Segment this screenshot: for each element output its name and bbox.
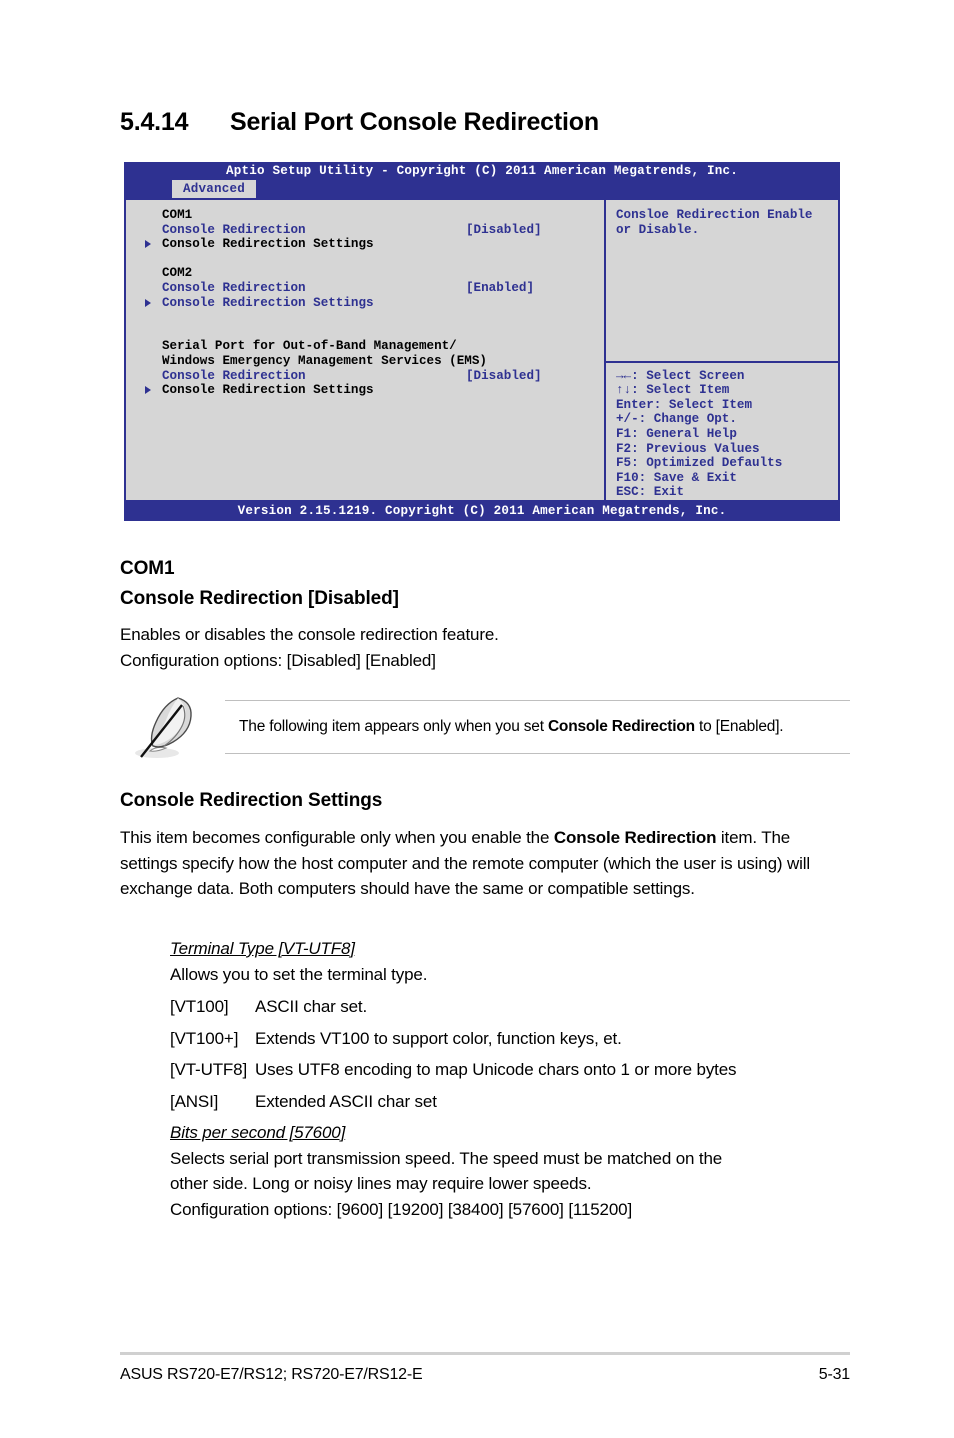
page-title: 5.4.14 Serial Port Console Redirection	[120, 108, 860, 137]
terminal-type-option-key: [ANSI]	[170, 1091, 219, 1111]
bios-setting-row[interactable]: COM1	[126, 208, 604, 223]
bios-setting-value[interactable]: [Disabled]	[466, 369, 542, 384]
bios-titlebar: Aptio Setup Utility - Copyright (C) 2011…	[124, 162, 840, 180]
terminal-type-option-key: [VT100]	[170, 997, 229, 1016]
bios-setting-label: Console Redirection	[162, 368, 306, 383]
section-number: 5.4.14	[120, 108, 189, 136]
bios-footer-version: Version 2.15.1219. Copyright (C) 2011 Am…	[124, 502, 840, 521]
bios-help-text: Consloe Redirection Enable or Disable.	[606, 200, 838, 361]
terminal-type-option-desc: Extended ASCII char set	[255, 1091, 437, 1111]
bios-setting-row[interactable]: Console Redirection [Disabled]	[126, 369, 604, 384]
submenu-arrow-icon	[145, 298, 151, 307]
bios-key-legend-line: ESC: Exit	[616, 485, 685, 500]
bios-help-line: Consloe Redirection Enable	[616, 208, 813, 222]
com1-desc-line2: Configuration options: [Disabled] [Enabl…	[120, 650, 436, 670]
bios-setting-label: Console Redirection	[162, 222, 306, 237]
bios-setting-value[interactable]: [Disabled]	[466, 223, 542, 238]
com1-description: Enables or disables the console redirect…	[120, 622, 850, 673]
bios-tab-row: Advanced	[124, 180, 840, 198]
submenu-arrow-icon	[145, 386, 151, 395]
bios-key-legend-line: ↑↓: Select Item	[616, 383, 730, 398]
terminal-type-option: [ANSI] Extended ASCII char set	[170, 1089, 850, 1115]
bios-side-panel: Consloe Redirection Enable or Disable. →←…	[606, 200, 838, 500]
bios-setting-label: Serial Port for Out-of-Band Management/	[162, 339, 457, 354]
terminal-type-option-desc: ASCII char set.	[255, 997, 368, 1016]
bios-setting-row[interactable]: Serial Port for Out-of-Band Management/	[126, 339, 604, 354]
terminal-type-option-desc: Extends VT100 to support color, function…	[255, 1028, 622, 1048]
bios-key-legend: →←: Select Screen ↑↓: Select Item Enter: S…	[606, 360, 838, 500]
terminal-type-option-key: [VT100+]	[170, 1028, 239, 1048]
bps-desc-line1: Selects serial port transmission speed. …	[170, 1148, 723, 1168]
bios-key-legend-line: F1: General Help	[616, 427, 737, 442]
footer-product-name: ASUS RS720-E7/RS12; RS720-E7/RS12-E	[120, 1366, 423, 1383]
bios-setting-label: Console Redirection Settings	[162, 383, 374, 398]
note-rules: The following item appears only when you…	[225, 700, 850, 754]
terminal-type-title: Terminal Type [VT-UTF8]	[170, 939, 355, 958]
bios-setting-label: COM2	[162, 266, 193, 281]
bios-setting-row[interactable]: COM2	[126, 266, 604, 281]
footer-rule	[120, 1352, 850, 1355]
quill-pen-icon	[120, 694, 212, 762]
terminal-type-desc: Allows you to set the terminal type.	[170, 964, 428, 984]
bios-setting-row[interactable]: Console Redirection Settings	[126, 237, 604, 252]
bios-setting-row[interactable]: Console Redirection Settings	[126, 296, 604, 311]
bios-spacer-row	[126, 310, 604, 325]
terminal-type-option-desc: Uses UTF8 encoding to map Unicode chars …	[255, 1060, 737, 1079]
bios-key-legend-line: →←: Select Screen	[616, 368, 745, 383]
note-text-after: to [Enabled].	[694, 718, 784, 735]
bios-setting-label: Console Redirection	[162, 280, 306, 295]
terminal-type-option: [VT100+] Extends VT100 to support color, …	[170, 1026, 850, 1052]
note-text-before: The following item appears only when you…	[239, 718, 548, 735]
com1-desc-line1: Enables or disables the console redirect…	[120, 625, 499, 644]
bps-config-options: Configuration options: [9600] [19200] [3…	[170, 1199, 633, 1219]
terminal-type-options: [VT100] ASCII char set. [VT100+] Extends VT…	[170, 994, 850, 1120]
bios-spacer-row	[126, 252, 604, 267]
terminal-type-option-key: [VT-UTF8]	[170, 1060, 248, 1079]
bps-desc-line2: other side. Long or noisy lines may requ…	[170, 1174, 592, 1193]
note-text: The following item appears only when you…	[225, 717, 784, 737]
bios-help-line: or Disable.	[616, 222, 700, 237]
crs-para-part1: This item becomes configurable only when…	[120, 828, 554, 847]
note-text-bold: Console Redirection	[547, 718, 695, 735]
bios-screenshot: Aptio Setup Utility - Copyright (C) 2011…	[124, 162, 840, 521]
terminal-type-option: [VT100] ASCII char set.	[170, 994, 850, 1020]
bios-settings-panel: COM1 Console Redirection [Disabled] Console…	[126, 200, 604, 500]
bios-setting-label: Console Redirection Settings	[162, 295, 374, 310]
footer-page-number: 5-31	[818, 1366, 850, 1383]
bios-key-legend-line: F2: Previous Values	[616, 441, 760, 456]
bios-key-legend-line: Enter: Select Item	[616, 397, 753, 412]
submenu-arrow-icon	[145, 240, 151, 249]
bios-setting-row[interactable]: Console Redirection Settings	[126, 383, 604, 398]
crs-para-bold: Console Redirection	[553, 828, 717, 847]
bios-key-legend-line: F5: Optimized Defaults	[616, 456, 783, 471]
bios-setting-label: COM1	[162, 208, 193, 222]
bits-per-second-block: Bits per second [57600] Selects serial p…	[170, 1120, 850, 1222]
crs-paragraph: This item becomes configurable only when…	[120, 825, 850, 902]
com1-heading: COM1	[120, 558, 175, 579]
bios-body: COM1 Console Redirection [Disabled] Console…	[124, 198, 840, 502]
crs-heading: Console Redirection Settings	[120, 790, 383, 811]
section-title: Serial Port Console Redirection	[230, 108, 599, 136]
terminal-type-block: Terminal Type [VT-UTF8] Allows you to se…	[170, 936, 850, 987]
console-redirection-heading: Console Redirection [Disabled]	[120, 588, 399, 609]
bios-setting-label: Console Redirection Settings	[162, 237, 374, 252]
note-box: The following item appears only when you…	[120, 694, 850, 762]
bios-setting-row[interactable]: Console Redirection [Disabled]	[126, 223, 604, 238]
bios-key-legend-line: F10: Save & Exit	[616, 470, 737, 485]
bios-spacer-row	[126, 325, 604, 340]
bios-setting-label: Windows Emergency Management Services (E…	[162, 353, 487, 368]
bios-setting-row[interactable]: Console Redirection [Enabled]	[126, 281, 604, 296]
bios-key-legend-line: +/-: Change Opt.	[616, 412, 737, 427]
bios-setting-row[interactable]: Windows Emergency Management Services (E…	[126, 354, 604, 369]
bits-per-second-title: Bits per second [57600]	[170, 1123, 346, 1142]
bios-setting-value[interactable]: [Enabled]	[466, 281, 534, 296]
tab-advanced[interactable]: Advanced	[172, 180, 257, 198]
terminal-type-option: [VT-UTF8] Uses UTF8 encoding to map Unico…	[170, 1057, 850, 1083]
